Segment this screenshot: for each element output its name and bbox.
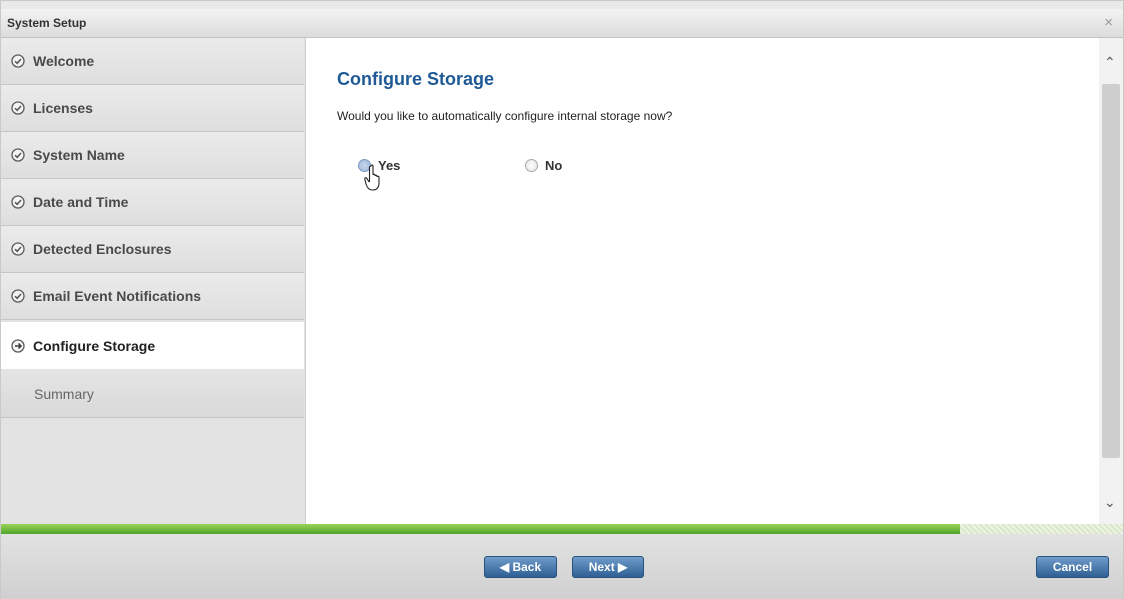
sidebar-empty-area bbox=[1, 418, 304, 524]
wizard-progress-bar bbox=[1, 524, 1123, 534]
cancel-button[interactable]: Cancel bbox=[1036, 556, 1109, 578]
step-label: Date and Time bbox=[33, 194, 129, 210]
close-icon[interactable]: × bbox=[1104, 14, 1113, 31]
check-circle-icon bbox=[11, 195, 25, 209]
check-circle-icon bbox=[11, 101, 25, 115]
step-label: Detected Enclosures bbox=[33, 241, 172, 257]
step-welcome[interactable]: Welcome bbox=[1, 38, 304, 85]
step-configure-storage[interactable]: Configure Storage bbox=[1, 322, 304, 369]
check-circle-icon bbox=[11, 242, 25, 256]
main-content: Configure Storage Would you like to auto… bbox=[306, 38, 1099, 524]
step-label: Licenses bbox=[33, 100, 93, 116]
step-label: Summary bbox=[34, 386, 94, 402]
storage-question: Would you like to automatically configur… bbox=[337, 109, 673, 123]
window-title: System Setup bbox=[7, 16, 87, 30]
vertical-scrollbar[interactable]: ⌃ ⌄ bbox=[1099, 38, 1123, 524]
progress-remaining bbox=[960, 524, 1123, 534]
title-bar: System Setup × bbox=[1, 9, 1123, 38]
progress-fill bbox=[1, 524, 960, 534]
wizard-steps-sidebar: Welcome Licenses System Name Date and Ti… bbox=[1, 38, 306, 524]
step-label: System Name bbox=[33, 147, 125, 163]
radio-no[interactable]: No bbox=[525, 158, 562, 173]
check-circle-icon bbox=[11, 289, 25, 303]
chevron-down-icon[interactable]: ⌄ bbox=[1104, 494, 1116, 511]
step-licenses[interactable]: Licenses bbox=[1, 85, 304, 132]
system-setup-window: System Setup × Welcome Licenses System N… bbox=[0, 0, 1124, 599]
step-label: Email Event Notifications bbox=[33, 288, 202, 304]
page-title: Configure Storage bbox=[337, 69, 495, 89]
step-label: Configure Storage bbox=[33, 337, 156, 354]
step-date-and-time[interactable]: Date and Time bbox=[1, 179, 304, 226]
step-summary[interactable]: Summary bbox=[1, 371, 304, 418]
step-system-name[interactable]: System Name bbox=[1, 132, 304, 179]
hand-pointer-icon bbox=[364, 164, 380, 191]
next-button[interactable]: Next ▶ bbox=[572, 556, 644, 578]
step-email-event-notifications[interactable]: Email Event Notifications bbox=[1, 273, 304, 320]
wizard-footer: ◀ Back Next ▶ Cancel bbox=[1, 534, 1123, 599]
arrow-circle-icon bbox=[11, 338, 25, 353]
scrollbar-thumb[interactable] bbox=[1102, 84, 1120, 458]
back-button[interactable]: ◀ Back bbox=[484, 556, 557, 578]
step-label: Welcome bbox=[33, 53, 95, 69]
step-detected-enclosures[interactable]: Detected Enclosures bbox=[1, 226, 304, 273]
check-circle-icon bbox=[11, 54, 25, 68]
radio-label-no: No bbox=[545, 158, 563, 173]
check-circle-icon bbox=[11, 148, 25, 162]
chevron-up-icon[interactable]: ⌃ bbox=[1104, 54, 1116, 71]
radio-button[interactable] bbox=[525, 159, 538, 172]
